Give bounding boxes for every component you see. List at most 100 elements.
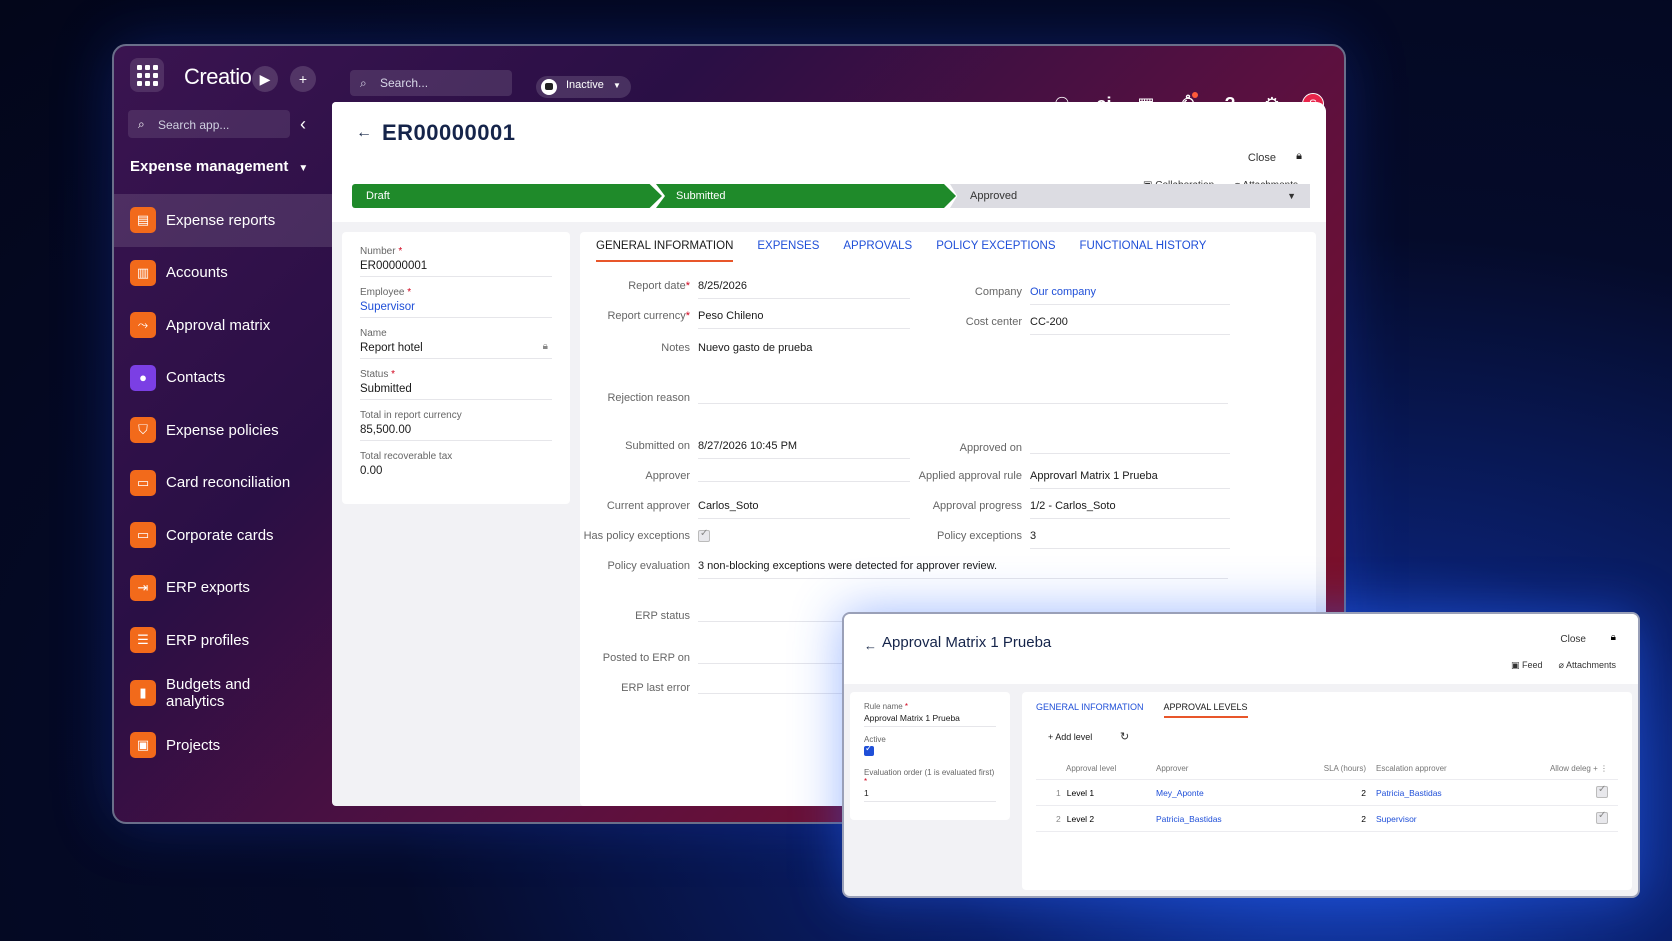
sidebar-item-approval-matrix[interactable]: ⤳ Approval matrix	[114, 299, 334, 352]
has-exceptions-checkbox[interactable]	[698, 528, 710, 542]
exceptions-count-field: Policy exceptions 3	[870, 530, 1230, 549]
status-field[interactable]: Status * Submitted	[360, 369, 552, 400]
plus-icon: +	[298, 71, 308, 87]
current-approver-field: Current approver Carlos_Soto	[580, 500, 910, 519]
status-dropdown[interactable]: Inactive ▼	[536, 76, 631, 98]
tab-policy-exceptions[interactable]: POLICY EXCEPTIONS	[936, 240, 1055, 262]
sidebar-nav: ▤ Expense reports ▥ Accounts ⤳ Approval mat…	[114, 194, 334, 772]
app-selector[interactable]: Expense management ▼	[130, 158, 308, 175]
number-field[interactable]: Number * ER00000001	[360, 246, 552, 277]
search-icon: ⌕	[138, 117, 145, 131]
back-button[interactable]: ←	[864, 638, 877, 653]
app-launcher-button[interactable]	[130, 58, 164, 92]
tab-general-information[interactable]: GENERAL INFORMATION	[596, 240, 734, 262]
report-date-field[interactable]: Report date* 8/25/2026	[580, 280, 910, 299]
paperclip-icon: ⌀	[1558, 660, 1566, 670]
grid-icon	[136, 64, 158, 86]
person-icon: ●	[130, 364, 156, 391]
rule-name-field[interactable]: Approval Matrix 1 Prueba	[864, 713, 996, 727]
sidebar-item-budgets[interactable]: ▮ Budgets and analytics	[114, 667, 334, 720]
required-marker: *	[685, 280, 690, 292]
refresh-icon[interactable]: ↻	[1120, 730, 1129, 743]
submitted-field: Submitted on 8/27/2026 10:45 PM	[580, 440, 910, 459]
page-title: ER00000001	[382, 120, 516, 145]
sidebar-item-accounts[interactable]: ▥ Accounts	[114, 247, 334, 300]
currency-field[interactable]: Report currency* Peso Chileno	[580, 310, 910, 329]
sidebar-item-erp-exports[interactable]: ⇥ ERP exports	[114, 562, 334, 615]
employee-field[interactable]: Employee * Supervisor	[360, 287, 552, 318]
tab-expenses[interactable]: EXPENSES	[757, 240, 819, 262]
policy-eval-field: Policy evaluation 3 non-blocking exceptio…	[580, 560, 1228, 579]
sidebar-item-corporate-cards[interactable]: ▭ Corporate cards	[114, 509, 334, 562]
record-tabs: GENERAL INFORMATION EXPENSES APPROVALS P…	[596, 240, 1206, 262]
sub-page-title: Approval Matrix 1 Prueba	[882, 634, 1052, 651]
notes-field[interactable]: Notes Nuevo gasto de prueba	[580, 342, 910, 360]
sub-tabs: GENERAL INFORMATION APPROVAL LEVELS	[1036, 702, 1248, 718]
back-button[interactable]: ←	[356, 124, 372, 142]
add-level-button[interactable]: + Add level	[1048, 732, 1092, 742]
close-button[interactable]: Close	[1248, 152, 1276, 164]
tab-approvals[interactable]: APPROVALS	[843, 240, 912, 262]
has-exceptions-field: Has policy exceptions	[580, 528, 910, 551]
cost-center-field[interactable]: Cost center CC-200	[870, 316, 1230, 335]
sidebar-item-projects[interactable]: ▣ Projects	[114, 719, 334, 772]
app-search-input[interactable]: ⌕ Search app...	[128, 110, 290, 138]
building-icon: ▥	[130, 259, 156, 286]
chart-icon: ▮	[130, 679, 156, 706]
page-header: ← ER00000001 Close 🔒︎ ▣ Collaboration ⌀ …	[332, 102, 1326, 222]
lock-icon[interactable]: 🔒︎	[1296, 150, 1302, 163]
sidebar-item-expense-reports[interactable]: ▤ Expense reports	[114, 194, 334, 247]
tab-general-information[interactable]: GENERAL INFORMATION	[1036, 702, 1144, 718]
chevron-down-icon: ▼	[612, 81, 621, 90]
company-field[interactable]: Company Our company	[870, 286, 1230, 305]
grid-header: Approval level Approver SLA (hours) Esca…	[1036, 758, 1618, 780]
shield-icon: ⛉	[130, 417, 156, 444]
levels-grid: Approval level Approver SLA (hours) Esca…	[1036, 758, 1618, 832]
tab-approval-levels[interactable]: APPROVAL LEVELS	[1163, 702, 1248, 718]
tax-field: Total recoverable tax 0.00	[360, 451, 453, 477]
sliders-icon: ☰	[130, 627, 156, 654]
stage-draft[interactable]: Draft	[352, 184, 662, 208]
plus-icon[interactable]: +	[1593, 764, 1598, 773]
attachments-button[interactable]: ⌀ Attachments	[1559, 660, 1616, 671]
flow-icon: ⤳	[130, 312, 156, 339]
stage-submitted[interactable]: Submitted	[656, 184, 956, 208]
sidebar: ⌕ Search app... ‹ Expense management ▼ ▤ E…	[114, 102, 334, 822]
stage-approved[interactable]: Approved ▼	[950, 184, 1310, 208]
more-icon[interactable]: ⋮	[1600, 764, 1608, 773]
lock-icon[interactable]: 🔒︎	[1611, 632, 1616, 643]
stage-bar: Draft Submitted Approved ▼	[352, 184, 1310, 208]
lock-icon: 🔒︎	[542, 341, 548, 352]
sidebar-item-card-reconciliation[interactable]: ▭ Card reconciliation	[114, 457, 334, 510]
progress-field: Approval progress 1/2 - Carlos_Soto	[870, 500, 1230, 519]
rule-field: Applied approval rule Approvarl Matrix 1 …	[870, 470, 1230, 489]
sidebar-item-contacts[interactable]: ● Contacts	[114, 352, 334, 405]
table-row[interactable]: 2 Level 2 Patricia_Bastidas 2 Supervisor	[1036, 806, 1618, 832]
active-checkbox[interactable]	[864, 743, 874, 756]
run-button[interactable]: ▶	[252, 66, 278, 92]
evaluation-order-field[interactable]: 1	[864, 788, 996, 802]
approver-field[interactable]: Approver	[580, 470, 910, 482]
arrow-left-icon: ←	[356, 124, 372, 141]
sub-header-links: ▣ Feed ⌀ Attachments	[1511, 660, 1616, 671]
collapse-sidebar-button[interactable]: ‹	[300, 114, 306, 135]
table-row[interactable]: 1 Level 1 Mey_Aponte 2 Patricia_Bastidas	[1036, 780, 1618, 806]
feed-button[interactable]: ▣ Feed	[1511, 660, 1543, 671]
export-icon: ⇥	[130, 574, 156, 601]
sidebar-item-expense-policies[interactable]: ⛉ Expense policies	[114, 404, 334, 457]
top-bar: Creatio ▶ + ⌕ Search... Inactive ▼ ⚇ ai …	[114, 46, 1344, 115]
allow-delegation-checkbox[interactable]	[1596, 810, 1608, 824]
total-field: Total in report currency 85,500.00	[360, 410, 552, 441]
allow-delegation-checkbox[interactable]	[1596, 784, 1608, 798]
tab-functional-history[interactable]: FUNCTIONAL HISTORY	[1080, 240, 1207, 262]
search-icon: ⌕	[360, 76, 367, 90]
rejection-field[interactable]: Rejection reason	[580, 392, 1228, 404]
required-marker: *	[407, 287, 412, 298]
global-search-input[interactable]: ⌕ Search...	[350, 70, 512, 96]
add-button[interactable]: +	[290, 66, 316, 92]
rule-summary-card: Rule name * Approval Matrix 1 Prueba Act…	[850, 692, 1010, 820]
chat-icon: ▣	[1511, 660, 1523, 670]
sidebar-item-erp-profiles[interactable]: ☰ ERP profiles	[114, 614, 334, 667]
close-button[interactable]: Close	[1560, 634, 1586, 645]
briefcase-icon: ▣	[130, 732, 156, 759]
